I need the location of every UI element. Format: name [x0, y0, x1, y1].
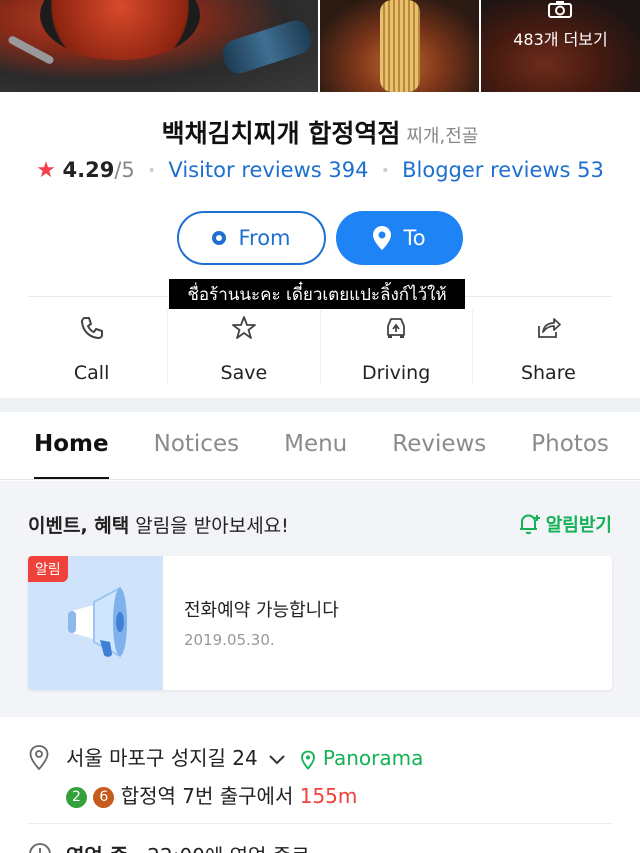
driving-label: Driving	[361, 362, 431, 384]
station-name: 합정역	[120, 784, 176, 808]
tab-reviews[interactable]: Reviews	[392, 412, 486, 479]
call-label: Call	[73, 362, 110, 384]
panorama-pin-icon	[301, 750, 316, 770]
tab-notices[interactable]: Notices	[154, 412, 239, 479]
separator-dot: •	[381, 163, 390, 179]
notice-heading-bold: 이벤트, 혜택	[28, 515, 130, 537]
route-from-label: From	[238, 226, 291, 250]
tab-home[interactable]: Home	[34, 412, 109, 479]
subway-row: 2 6 합정역 7번 출구에서 155m	[28, 780, 628, 809]
hours-info: 영업 중 · 22:00에 영업 종료	[66, 840, 310, 853]
notice-section: 이벤트, 혜택 알림을 받아보세요! 알림받기 알림 전화예약 가능합니다 20…	[0, 481, 640, 717]
scissors-image	[7, 34, 55, 66]
notice-heading: 이벤트, 혜택 알림을 받아보세요!	[28, 511, 289, 538]
rating-score: 4.29	[62, 158, 115, 182]
divider	[28, 823, 612, 824]
notice-card-date: 2019.05.30.	[184, 631, 275, 649]
star-outline-icon	[231, 316, 256, 339]
subway-line-2-badge: 2	[66, 787, 87, 808]
rating-row: ★ 4.29/5 • Visitor reviews 394 • Blogger…	[0, 158, 640, 183]
address-row: 서울 마포구 성지길 24 Panorama	[28, 742, 628, 771]
visitor-reviews-link[interactable]: Visitor reviews 394	[168, 158, 368, 182]
phone-icon	[80, 317, 103, 339]
subscribe-alarm-label: 알림받기	[545, 515, 612, 536]
video-caption: ชื่อร้านนะคะ เดี๋ยวเตยแปะลิ้งก์ไว้ให้	[169, 279, 465, 309]
stew-pot-image	[40, 0, 200, 60]
photo-strip[interactable]: 483개 더보기	[0, 0, 640, 92]
bottle-image	[218, 16, 316, 78]
share-label: Share	[520, 362, 576, 384]
save-label: Save	[220, 362, 268, 384]
driving-button[interactable]: Driving	[321, 310, 473, 384]
noodle-image	[380, 0, 420, 92]
title-row: 백채김치찌개 합정역점 찌개,전골	[0, 114, 640, 150]
location-pin-icon	[373, 226, 392, 250]
address-text: 서울 마포구 성지길 24	[66, 746, 258, 770]
place-name: 백채김치찌개 합정역점	[161, 119, 401, 148]
separator-dot: •	[147, 163, 156, 179]
separator-dot: ·	[135, 844, 148, 853]
address-line: 서울 마포구 성지길 24 Panorama	[66, 742, 423, 771]
notice-card-title: 전화예약 가능합니다	[184, 600, 339, 621]
action-bar: Call Save Driving Share	[16, 310, 624, 384]
save-button[interactable]: Save	[168, 310, 321, 384]
subway-info: 2 6 합정역 7번 출구에서 155m	[66, 780, 357, 809]
call-button[interactable]: Call	[16, 310, 169, 384]
section-separator	[0, 398, 640, 412]
blogger-reviews-link[interactable]: Blogger reviews 53	[402, 158, 604, 182]
share-icon	[538, 318, 562, 338]
tab-menu[interactable]: Menu	[284, 412, 347, 479]
share-button[interactable]: Share	[473, 310, 624, 384]
tab-bar: Home Notices Menu Reviews Photos I	[0, 412, 640, 480]
tab-photos[interactable]: Photos	[531, 412, 609, 479]
rating-max: /5	[114, 158, 135, 182]
notice-card[interactable]: 알림 전화예약 가능합니다 2019.05.30.	[28, 556, 612, 690]
subscribe-alarm-button[interactable]: 알림받기	[518, 511, 612, 537]
car-icon	[387, 318, 406, 338]
place-category: 찌개,전골	[406, 126, 479, 147]
photo-3-more[interactable]: 483개 더보기	[480, 0, 640, 92]
bell-plus-icon	[519, 514, 540, 535]
notice-card-badge: 알림	[28, 556, 68, 582]
notice-heading-rest: 알림을 받아보세요!	[129, 515, 289, 537]
clock-icon	[29, 843, 51, 853]
subway-line-6-badge: 6	[93, 787, 115, 808]
route-from-button[interactable]: From	[177, 211, 326, 265]
route-to-label: To	[403, 226, 426, 250]
station-distance: 155m	[299, 784, 358, 808]
hours-row[interactable]: 영업 중 · 22:00에 영업 종료	[28, 840, 628, 853]
route-to-button[interactable]: To	[336, 211, 463, 265]
camera-icon	[547, 1, 572, 18]
chevron-down-icon[interactable]	[268, 753, 286, 767]
panorama-link[interactable]: Panorama	[323, 746, 424, 770]
photo-1[interactable]	[0, 0, 318, 92]
hours-status: 영업 중	[66, 844, 128, 853]
exit-text: 7번 출구에서	[175, 784, 300, 808]
origin-dot-icon	[212, 231, 227, 245]
rating-star-icon: ★	[36, 158, 56, 183]
more-photos-label[interactable]: 483개 더보기	[481, 26, 640, 50]
location-pin-outline-icon	[29, 745, 49, 771]
hours-text: 22:00에 영업 종료	[147, 844, 309, 853]
photo-2[interactable]	[320, 0, 479, 92]
